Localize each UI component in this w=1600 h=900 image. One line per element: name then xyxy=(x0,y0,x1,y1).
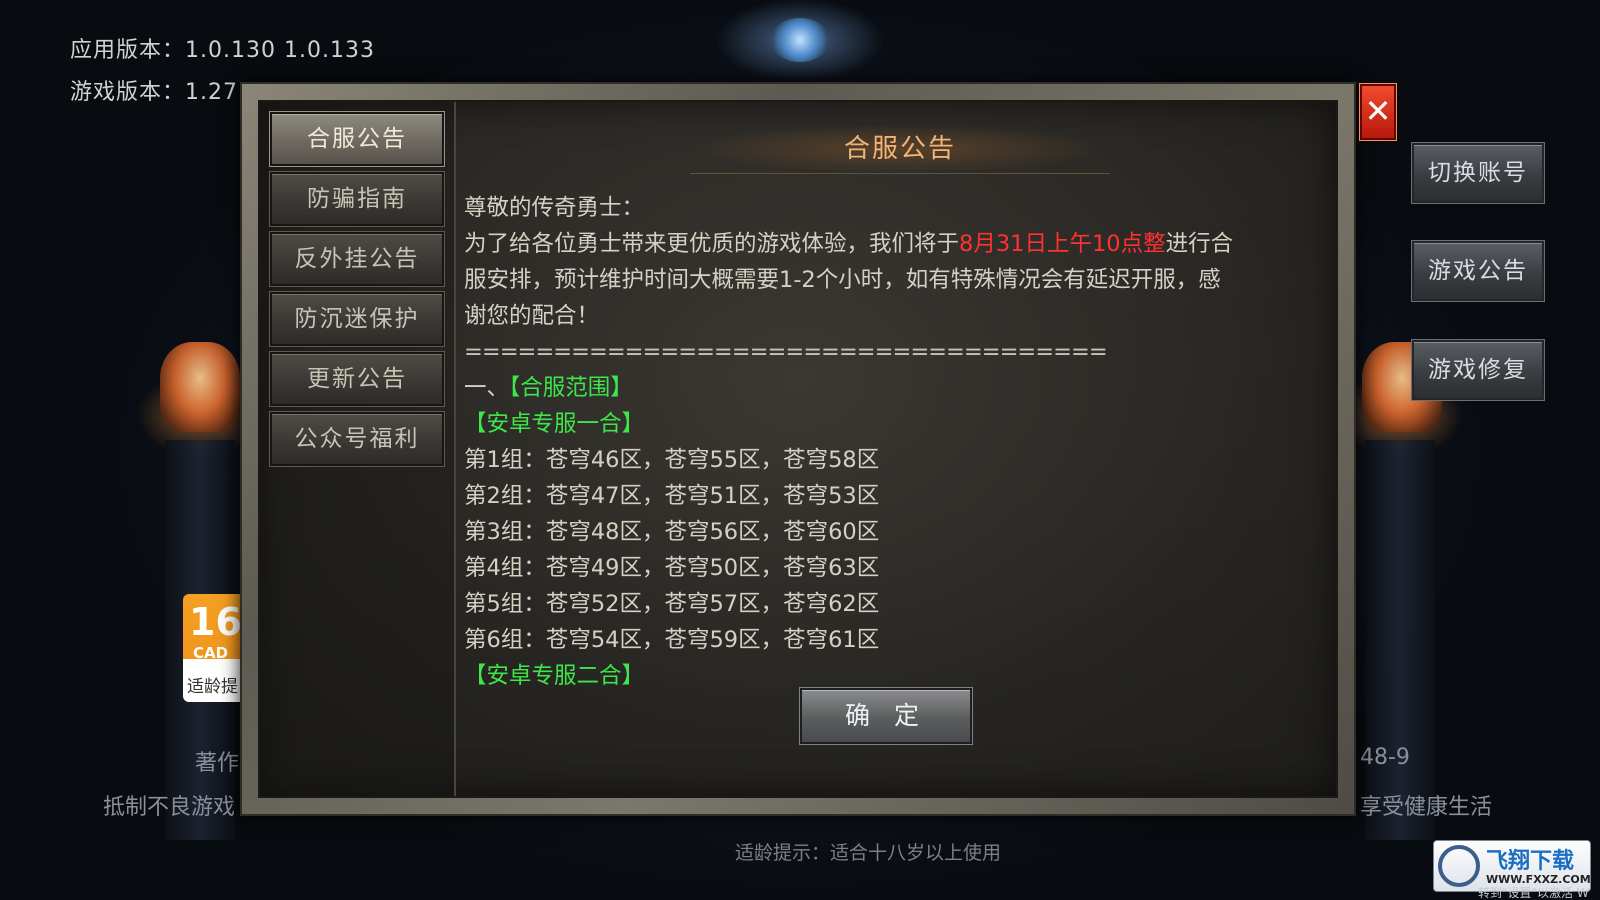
list-item: 第6组：苍穹54区，苍穹59区，苍穹61区 xyxy=(464,627,880,653)
game-notice-button[interactable]: 游戏公告 xyxy=(1412,241,1544,301)
announcement-tab-list: 合服公告 防骗指南 反外挂公告 防沉迷保护 更新公告 公众号福利 xyxy=(260,102,456,796)
game-repair-button[interactable]: 游戏修复 xyxy=(1412,340,1544,400)
announcement-dialog: 合服公告 防骗指南 反外挂公告 防沉迷保护 更新公告 公众号福利 合服公告 尊敬… xyxy=(240,82,1356,816)
section-divider: ==================================== xyxy=(464,339,1108,365)
announcement-title: 合服公告 xyxy=(843,134,956,164)
section-heading: 一、【合服范围】 xyxy=(464,370,1314,406)
list-item: 第3组：苍穹48区，苍穹56区，苍穹60区 xyxy=(464,519,880,545)
copyright-text-right: 48-9 xyxy=(1360,745,1410,770)
paragraph-line-3: 谢您的配合！ xyxy=(464,303,600,329)
paragraph-line-1: 为了给各位勇士带来更优质的游戏体验，我们将于8月31日上午10点整进行合 xyxy=(464,226,1314,262)
age-rating-number: 16 xyxy=(189,600,242,644)
merge-time-highlight: 8月31日上午10点整 xyxy=(959,231,1166,257)
list-item: 第4组：苍穹49区，苍穹50区，苍穹63区 xyxy=(464,555,880,581)
age-rating-label: 适龄提 xyxy=(187,677,238,697)
close-icon[interactable]: ✕ xyxy=(1360,84,1396,140)
watermark-logo-icon xyxy=(1438,845,1480,887)
right-pillar xyxy=(1365,440,1435,840)
switch-account-button[interactable]: 切换账号 xyxy=(1412,143,1544,203)
list-item: 第5组：苍穹52区，苍穹57区，苍穹62区 xyxy=(464,591,880,617)
tab-anti-addiction[interactable]: 防沉迷保护 xyxy=(270,292,444,346)
paragraph-prefix: 为了给各位勇士带来更优质的游戏体验，我们将于 xyxy=(464,231,960,257)
announcement-content: 合服公告 尊敬的传奇勇士： 为了给各位勇士带来更优质的游戏体验，我们将于8月31… xyxy=(460,102,1330,796)
tab-merge-notice[interactable]: 合服公告 xyxy=(270,112,444,166)
list-item: 第1组：苍穹46区，苍穹55区，苍穹58区 xyxy=(464,447,880,473)
age-hint-bottom: 适龄提示：适合十八岁以上使用 xyxy=(735,842,1002,864)
section-title: 【合服范围】 xyxy=(509,375,633,401)
watermark-title: 飞翔下载 xyxy=(1486,849,1575,874)
list-item: 第2组：苍穹47区，苍穹51区，苍穹53区 xyxy=(464,483,880,509)
paragraph-suffix: 进行合 xyxy=(1165,231,1234,257)
left-torch-icon xyxy=(160,342,240,432)
health-notice-left: 抵制不良游戏 xyxy=(103,795,236,820)
game-version-text: 游戏版本：1.27 xyxy=(70,80,238,105)
ceiling-light xyxy=(770,18,830,62)
health-notice-right: 享受健康生活 xyxy=(1360,795,1493,820)
paragraph-line-2: 服安排，预计维护时间大概需要1-2个小时，如有特殊情况会有延迟开服，感 xyxy=(464,267,1221,293)
group1-title: 【安卓专服一合】 xyxy=(464,411,645,437)
tab-official-account-benefits[interactable]: 公众号福利 xyxy=(270,412,444,466)
activate-windows-hint: 转到"设置"以激活 W xyxy=(1478,886,1589,900)
tab-anti-cheat[interactable]: 反外挂公告 xyxy=(270,232,444,286)
greeting-line: 尊敬的传奇勇士： xyxy=(464,195,645,221)
copyright-text-left: 著作 xyxy=(195,751,240,776)
tab-update-notice[interactable]: 更新公告 xyxy=(270,352,444,406)
section-prefix: 一、 xyxy=(464,375,510,401)
age-rating-cadpa: CAD xyxy=(193,644,229,662)
announcement-title-bar: 合服公告 xyxy=(690,124,1110,174)
announcement-body: 尊敬的传奇勇士： 为了给各位勇士带来更优质的游戏体验，我们将于8月31日上午10… xyxy=(464,190,1314,694)
confirm-button[interactable]: 确 定 xyxy=(800,688,972,744)
tab-anti-fraud[interactable]: 防骗指南 xyxy=(270,172,444,226)
app-version-text: 应用版本：1.0.130 1.0.133 xyxy=(70,38,375,63)
dialog-inner-panel: 合服公告 防骗指南 反外挂公告 防沉迷保护 更新公告 公众号福利 合服公告 尊敬… xyxy=(258,100,1338,798)
